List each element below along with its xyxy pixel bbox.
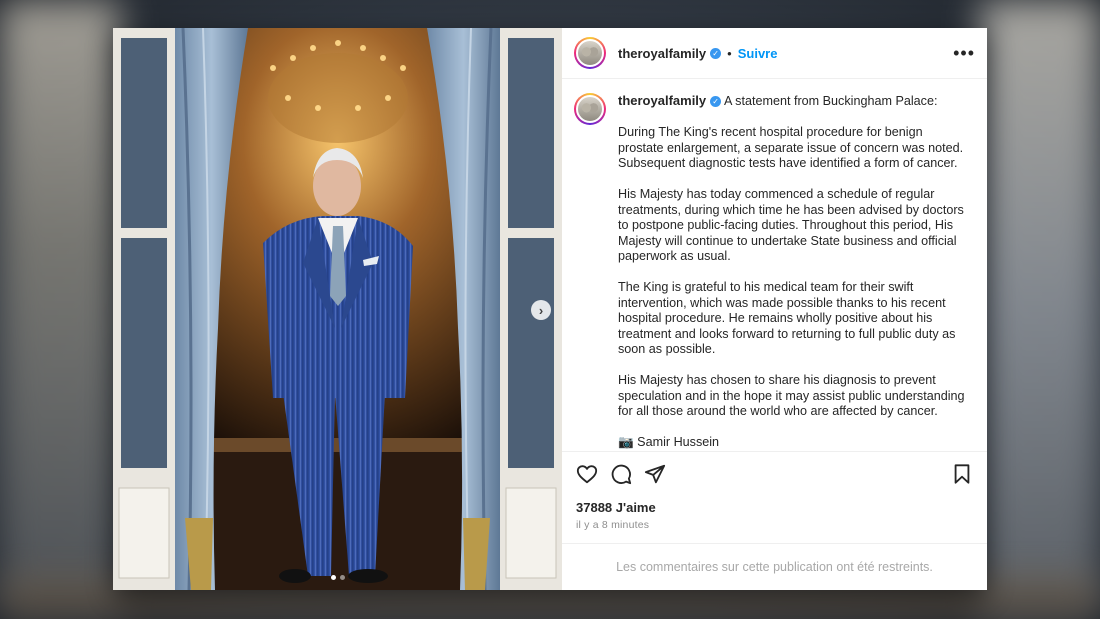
carousel-next-button[interactable]: › [531,300,551,320]
instagram-post: › theroyalfamily ✓ • Suivre ••• theroyal… [113,28,987,590]
post-timestamp[interactable]: il y a 8 minutes [576,519,973,531]
like-count[interactable]: 37888 J'aime [576,500,973,515]
carousel-dot-1 [330,575,336,580]
comments-restricted-notice: Les commentaires sur cette publication o… [562,543,987,590]
caption-avatar[interactable] [574,93,606,125]
comment-icon[interactable] [610,463,632,485]
caption-paragraph-4: His Majesty has chosen to share his diag… [618,373,965,418]
header-separator: • [727,45,732,61]
background-blur-right [980,0,1100,619]
caption-paragraph-3: The King is grateful to his medical team… [618,280,956,356]
post-side-panel: theroyalfamily ✓ • Suivre ••• theroyalfa… [562,28,987,590]
carousel-indicator [113,575,562,580]
bookmark-icon[interactable] [951,463,973,485]
chevron-right-icon: › [538,302,544,318]
caption-paragraph-1: During The King's recent hospital proced… [618,125,964,170]
heart-icon[interactable] [576,463,598,485]
more-options-icon[interactable]: ••• [953,44,975,62]
avatar-image [576,95,604,123]
photo-credit: 📷 Samir Hussein [618,435,720,449]
carousel-dot-2 [339,575,345,580]
follow-button[interactable]: Suivre [738,46,778,61]
action-icons-row [576,460,973,488]
actions-bar: 37888 J'aime il y a 8 minutes [562,451,987,543]
caption-title: A statement from Buckingham Palace: [723,94,938,108]
background-blur-left [0,0,120,619]
portrait-image [113,28,562,590]
verified-badge-icon: ✓ [710,96,722,108]
caption-text: theroyalfamily ✓ A statement from Bucking… [618,93,968,451]
caption-username[interactable]: theroyalfamily [618,93,706,108]
post-header: theroyalfamily ✓ • Suivre ••• [562,28,987,79]
caption-area: theroyalfamily ✓ A statement from Bucking… [562,79,987,451]
paper-plane-icon[interactable] [644,463,666,485]
post-photo[interactable]: › [113,28,562,590]
header-username[interactable]: theroyalfamily [618,46,706,61]
avatar[interactable] [574,37,606,69]
verified-badge-icon: ✓ [710,47,722,59]
avatar-image [576,39,604,67]
caption-paragraph-2: His Majesty has today commenced a schedu… [618,187,964,263]
caption-head: theroyalfamily ✓ A statement from Bucking… [618,93,968,110]
